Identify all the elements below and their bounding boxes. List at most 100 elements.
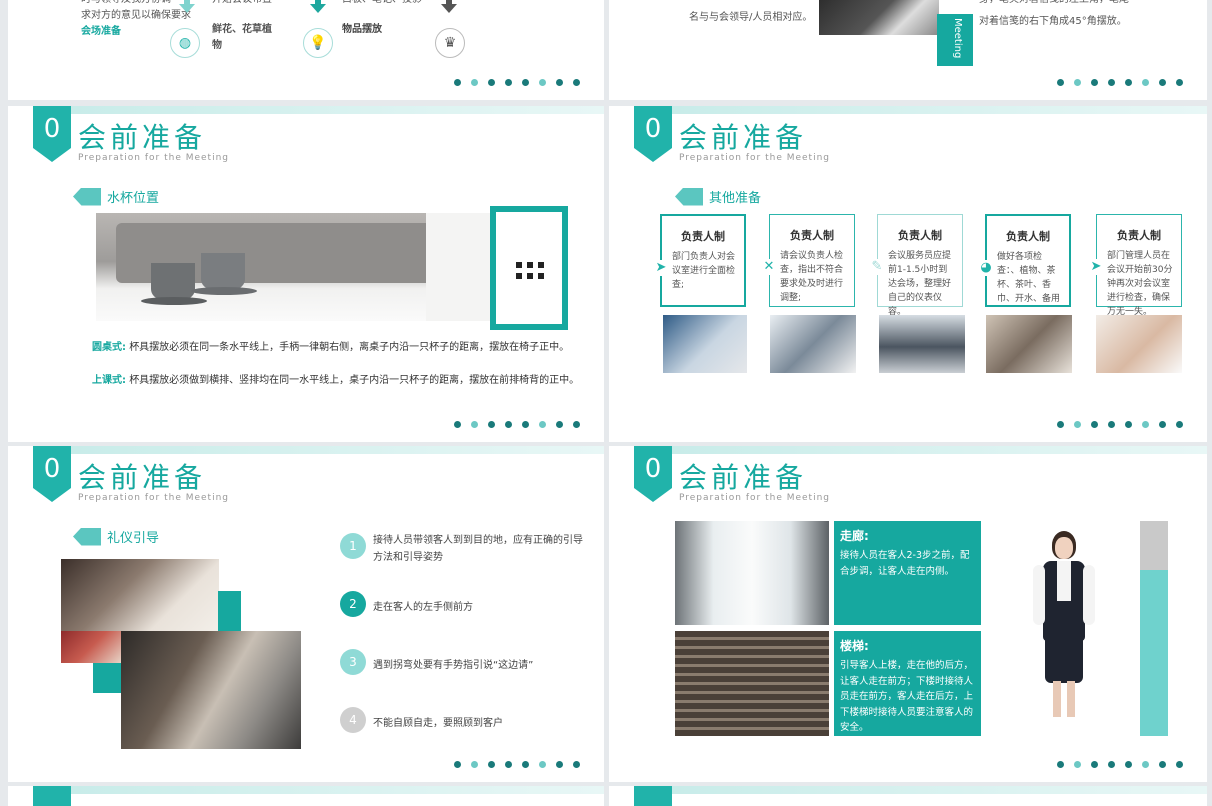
header-badge — [33, 786, 71, 806]
text-line: 鲜花、花草植 — [212, 24, 272, 35]
card-title: 负责人制 — [790, 229, 834, 242]
corridor-photo — [675, 521, 829, 625]
text-line: 名与与会领导/人员相对应。 — [689, 12, 813, 23]
round-table-label: 圆桌式: — [92, 342, 126, 353]
card-text: 做好各项检查：、植物、茶杯、茶叶、香巾、开水、备用矿泉水、卫生间卫生等 — [997, 252, 1061, 304]
slide-top-right[interactable]: 名与与会领导/人员相对应。 Meeting 身，笔尖对着信笺的左上角，笔尾 对着… — [609, 0, 1207, 100]
text-line: 求对方的意见以确保要求 — [81, 10, 191, 21]
meeting-tag: Meeting — [937, 14, 973, 66]
page-title: 会前准备 — [679, 121, 808, 154]
step-text: 遇到拐弯处要有手势指引说“这边请” — [373, 660, 534, 671]
card-text: 会议服务员应提前1-1.5小时到达会场，整理好自己的仪表仪容。 — [888, 251, 952, 317]
slide-bottom-left[interactable] — [8, 786, 604, 806]
card: ◕ 负责人制 做好各项检查：、植物、茶杯、茶叶、香巾、开水、备用矿泉水、卫生间卫… — [978, 214, 1071, 307]
text-line: 对着信笺的右下角成45°角摆放。 — [979, 16, 1127, 27]
arrow-left-icon — [73, 187, 101, 206]
send-icon: ➤ — [653, 260, 669, 276]
stairs-title: 楼梯: — [840, 639, 869, 653]
stairs-text: 引导客人上楼，走在他的后方，让客人走在前方；下楼时接待人员走在前方，客人走在后方… — [840, 660, 974, 733]
corridor-title: 走廊: — [840, 529, 869, 543]
accent-block — [93, 663, 121, 693]
header-band — [71, 786, 604, 794]
text-line: 物 — [212, 40, 222, 51]
step-text: 不能自顾自走，要照顾到客户 — [373, 718, 503, 729]
text-line: 开始会议布置 — [212, 0, 272, 8]
arrow-left-icon — [675, 187, 703, 206]
card-title: 负责人制 — [1117, 229, 1161, 242]
corridor-box: 走廊: 接待人员在客人2-3步之前，配合步调，让客人走在内侧。 — [834, 521, 981, 625]
slide-bottom-right[interactable] — [609, 786, 1207, 806]
receptionist-figure — [1009, 531, 1119, 731]
header-band — [672, 106, 1207, 114]
class-style-label: 上课式: — [92, 375, 126, 386]
arrow-down-icon — [310, 0, 326, 14]
pie-icon: ◕ — [978, 260, 994, 276]
page-title: 会前准备 — [679, 461, 808, 494]
card: ➤ 负责人制 部门负责人对会议室进行全面检查; — [653, 214, 746, 307]
bulb-icon: 💡 — [303, 28, 333, 58]
pagination-dots — [1057, 79, 1183, 86]
card-title: 负责人制 — [681, 230, 725, 243]
progress-fill — [1140, 570, 1168, 736]
text-line: 白板、笔记、投影 — [342, 0, 422, 8]
cups-photo — [96, 213, 492, 321]
card: ✕ 负责人制 请会议负责人检查，指出不符合要求处及时进行调整; — [761, 214, 855, 307]
class-style-text: 杯具摆放必须做到横排、竖排均在同一水平线上，桌子内沿一只杯子的距离，摆放在前排椅… — [129, 375, 580, 386]
business-photo — [819, 0, 939, 35]
header-band — [672, 786, 1207, 794]
slide-cup-position[interactable]: 0 会前准备 Preparation for the Meeting 水杯位置 … — [8, 106, 604, 442]
page-subtitle: Preparation for the Meeting — [78, 493, 230, 503]
corridor-text: 接待人员在客人2-3步之前，配合步调，让客人走在内侧。 — [840, 550, 970, 577]
page-subtitle: Preparation for the Meeting — [679, 493, 831, 503]
accent-block — [218, 591, 241, 631]
stairs-photo — [675, 631, 829, 736]
slide-other-prep[interactable]: 0 会前准备 Preparation for the Meeting 其他准备 … — [609, 106, 1207, 442]
text-line: 时与领导及我方协调 — [81, 0, 191, 8]
card: ➤ 负责人制 部门管理人员在会议开始前30分钟再次对会议室进行检查，确保万无一失… — [1088, 214, 1182, 317]
handshake-photo — [61, 559, 219, 631]
section-tag: 水杯位置 — [73, 187, 159, 206]
header-badge: 0 — [634, 446, 672, 502]
page-subtitle: Preparation for the Meeting — [679, 153, 831, 163]
step-text: 走在客人的左手侧前方 — [373, 602, 473, 613]
pencil-icon: ✎ — [869, 259, 885, 275]
header-badge: 0 — [33, 106, 71, 162]
laptop-photo — [663, 315, 747, 373]
pagination-dots — [454, 761, 580, 768]
page-subtitle: Preparation for the Meeting — [78, 153, 230, 163]
arrow-down-icon — [179, 0, 195, 14]
arrow-down-icon — [441, 0, 457, 14]
slide-corridor-stairs[interactable]: 0 会前准备 Preparation for the Meeting 走廊: 接… — [609, 446, 1207, 782]
desk-photo — [61, 631, 121, 663]
section-tag: 礼仪引导 — [73, 527, 159, 546]
section-tag: 其他准备 — [675, 187, 761, 206]
greeting-photo — [121, 631, 301, 749]
header-band — [71, 446, 604, 454]
page-title: 会前准备 — [78, 461, 207, 494]
pagination-dots — [1057, 421, 1183, 428]
header-badge: 0 — [33, 446, 71, 502]
step-text: 接待人员带领客人到到目的地，应有正确的引导方法和引导姿势 — [373, 535, 583, 563]
card-text: 部门管理人员在会议开始前30分钟再次对会议室进行检查，确保万无一失。 — [1107, 251, 1173, 317]
trophy-icon: ♛ — [435, 28, 465, 58]
pagination-dots — [454, 79, 580, 86]
send-icon: ➤ — [1088, 259, 1104, 275]
slide-etiquette-guide[interactable]: 0 会前准备 Preparation for the Meeting 礼仪引导 … — [8, 446, 604, 782]
card-title: 负责人制 — [898, 229, 942, 242]
card: ✎ 负责人制 会议服务员应提前1-1.5小时到达会场，整理好自己的仪表仪容。 — [869, 214, 963, 317]
paperwork-photo — [770, 315, 856, 373]
globe-icon: ◍ — [170, 28, 200, 58]
header-band — [672, 446, 1207, 454]
stairs-box: 楼梯: 引导客人上楼，走在他的后方，让客人走在前方；下楼时接待人员走在前方，客人… — [834, 631, 981, 736]
signing-photo — [1096, 315, 1182, 373]
header-badge — [634, 786, 672, 806]
card-text: 部门负责人对会议室进行全面检查; — [672, 252, 736, 290]
step-number: 3 — [340, 649, 366, 675]
page-title: 会前准备 — [78, 121, 207, 154]
header-badge: 0 — [634, 106, 672, 162]
tools-icon: ✕ — [761, 259, 777, 275]
step-number: 1 — [340, 533, 366, 559]
slide-top-left[interactable]: 时与领导及我方协调 求对方的意见以确保要求 会场准备 ◍ 开始会议布置 鲜花、花… — [8, 0, 604, 100]
text-line: 身，笔尖对着信笺的左上角，笔尾 — [979, 0, 1129, 8]
header-band — [71, 106, 604, 114]
